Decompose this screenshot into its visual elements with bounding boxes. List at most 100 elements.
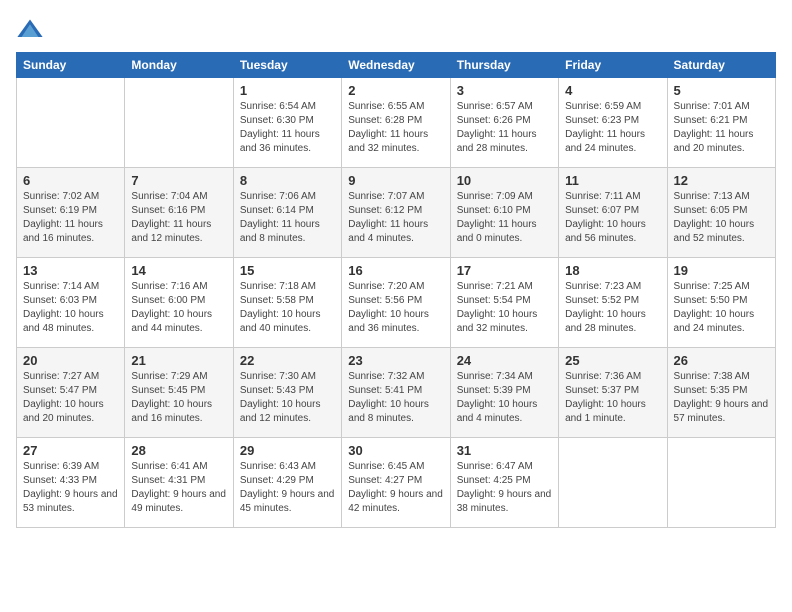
day-info: Sunrise: 6:54 AM Sunset: 6:30 PM Dayligh…: [240, 100, 335, 156]
day-number: 22: [240, 353, 335, 368]
day-cell: 24 Sunrise: 7:34 AM Sunset: 5:39 PM Dayli…: [450, 348, 558, 438]
day-cell: 2 Sunrise: 6:55 AM Sunset: 6:28 PM Daylig…: [342, 78, 450, 168]
day-cell: 9Sunrise: 7:07 AM Sunset: 6:12 PM Daylig…: [342, 168, 450, 258]
day-cell: 4 Sunrise: 6:59 AM Sunset: 6:23 PM Daylig…: [559, 78, 667, 168]
calendar-table: Sunday Monday Tuesday Wednesday Thursday…: [16, 52, 776, 528]
day-cell: 27 Sunrise: 6:39 AM Sunset: 4:33 PM Dayli…: [17, 438, 125, 528]
day-cell: 16Sunrise: 7:20 AM Sunset: 5:56 PM Dayli…: [342, 258, 450, 348]
day-number: 21: [131, 353, 226, 368]
day-info: Sunrise: 6:39 AM Sunset: 4:33 PM Dayligh…: [23, 460, 118, 516]
day-cell: 8 Sunrise: 7:06 AM Sunset: 6:14 PM Daylig…: [233, 168, 341, 258]
day-info: Sunrise: 6:41 AM Sunset: 4:31 PM Dayligh…: [131, 460, 226, 516]
day-cell: 17Sunrise: 7:21 AM Sunset: 5:54 PM Dayli…: [450, 258, 558, 348]
day-cell: 13 Sunrise: 7:14 AM Sunset: 6:03 PM Dayli…: [17, 258, 125, 348]
day-cell: 5 Sunrise: 7:01 AM Sunset: 6:21 PM Daylig…: [667, 78, 775, 168]
header-row: Sunday Monday Tuesday Wednesday Thursday…: [17, 53, 776, 78]
day-cell: 19 Sunrise: 7:25 AM Sunset: 5:50 PM Dayli…: [667, 258, 775, 348]
day-number: 30: [348, 443, 443, 458]
day-info: Sunrise: 7:13 AM Sunset: 6:05 PM Dayligh…: [674, 190, 769, 246]
day-cell: 14 Sunrise: 7:16 AM Sunset: 6:00 PM Dayli…: [125, 258, 233, 348]
day-number: 10: [457, 173, 552, 188]
day-number: 5: [674, 83, 769, 98]
day-cell: 1 Sunrise: 6:54 AM Sunset: 6:30 PM Daylig…: [233, 78, 341, 168]
day-info: Sunrise: 7:11 AM Sunset: 6:07 PM Dayligh…: [565, 190, 660, 246]
week-row-4: 20Sunrise: 7:27 AM Sunset: 5:47 PM Dayli…: [17, 348, 776, 438]
day-number: 18: [565, 263, 660, 278]
day-number: 26: [674, 353, 769, 368]
col-monday: Monday: [125, 53, 233, 78]
day-info: Sunrise: 7:30 AM Sunset: 5:43 PM Dayligh…: [240, 370, 335, 426]
day-cell: 26 Sunrise: 7:38 AM Sunset: 5:35 PM Dayli…: [667, 348, 775, 438]
day-info: Sunrise: 7:32 AM Sunset: 5:41 PM Dayligh…: [348, 370, 443, 426]
day-number: 13: [23, 263, 118, 278]
day-info: Sunrise: 6:59 AM Sunset: 6:23 PM Dayligh…: [565, 100, 660, 156]
day-cell: 29 Sunrise: 6:43 AM Sunset: 4:29 PM Dayli…: [233, 438, 341, 528]
day-info: Sunrise: 6:45 AM Sunset: 4:27 PM Dayligh…: [348, 460, 443, 516]
col-saturday: Saturday: [667, 53, 775, 78]
day-number: 25: [565, 353, 660, 368]
col-thursday: Thursday: [450, 53, 558, 78]
day-info: Sunrise: 6:43 AM Sunset: 4:29 PM Dayligh…: [240, 460, 335, 516]
day-info: Sunrise: 7:20 AM Sunset: 5:56 PM Dayligh…: [348, 280, 443, 336]
day-info: Sunrise: 7:09 AM Sunset: 6:10 PM Dayligh…: [457, 190, 552, 246]
day-cell: 25 Sunrise: 7:36 AM Sunset: 5:37 PM Dayli…: [559, 348, 667, 438]
day-number: 24: [457, 353, 552, 368]
day-cell: [559, 438, 667, 528]
day-info: Sunrise: 6:55 AM Sunset: 6:28 PM Dayligh…: [348, 100, 443, 156]
day-number: 11: [565, 173, 660, 188]
day-number: 4: [565, 83, 660, 98]
col-sunday: Sunday: [17, 53, 125, 78]
day-info: Sunrise: 7:36 AM Sunset: 5:37 PM Dayligh…: [565, 370, 660, 426]
day-info: Sunrise: 7:38 AM Sunset: 5:35 PM Dayligh…: [674, 370, 769, 426]
day-number: 14: [131, 263, 226, 278]
day-cell: 6Sunrise: 7:02 AM Sunset: 6:19 PM Daylig…: [17, 168, 125, 258]
day-cell: 11 Sunrise: 7:11 AM Sunset: 6:07 PM Dayli…: [559, 168, 667, 258]
day-number: 20: [23, 353, 118, 368]
day-info: Sunrise: 7:16 AM Sunset: 6:00 PM Dayligh…: [131, 280, 226, 336]
col-tuesday: Tuesday: [233, 53, 341, 78]
day-info: Sunrise: 6:57 AM Sunset: 6:26 PM Dayligh…: [457, 100, 552, 156]
day-cell: 18Sunrise: 7:23 AM Sunset: 5:52 PM Dayli…: [559, 258, 667, 348]
day-info: Sunrise: 7:29 AM Sunset: 5:45 PM Dayligh…: [131, 370, 226, 426]
day-info: Sunrise: 7:34 AM Sunset: 5:39 PM Dayligh…: [457, 370, 552, 426]
day-number: 1: [240, 83, 335, 98]
day-info: Sunrise: 7:25 AM Sunset: 5:50 PM Dayligh…: [674, 280, 769, 336]
day-number: 3: [457, 83, 552, 98]
day-cell: 7 Sunrise: 7:04 AM Sunset: 6:16 PM Daylig…: [125, 168, 233, 258]
day-number: 2: [348, 83, 443, 98]
day-cell: 22 Sunrise: 7:30 AM Sunset: 5:43 PM Dayli…: [233, 348, 341, 438]
day-number: 15: [240, 263, 335, 278]
day-number: 23: [348, 353, 443, 368]
day-info: Sunrise: 7:14 AM Sunset: 6:03 PM Dayligh…: [23, 280, 118, 336]
day-number: 9: [348, 173, 443, 188]
day-number: 19: [674, 263, 769, 278]
col-friday: Friday: [559, 53, 667, 78]
day-info: Sunrise: 7:06 AM Sunset: 6:14 PM Dayligh…: [240, 190, 335, 246]
day-cell: 3 Sunrise: 6:57 AM Sunset: 6:26 PM Daylig…: [450, 78, 558, 168]
day-info: Sunrise: 7:02 AM Sunset: 6:19 PM Dayligh…: [23, 190, 118, 246]
day-info: Sunrise: 7:01 AM Sunset: 6:21 PM Dayligh…: [674, 100, 769, 156]
logo: [16, 16, 48, 44]
day-number: 12: [674, 173, 769, 188]
day-info: Sunrise: 6:47 AM Sunset: 4:25 PM Dayligh…: [457, 460, 552, 516]
day-number: 8: [240, 173, 335, 188]
day-cell: 21 Sunrise: 7:29 AM Sunset: 5:45 PM Dayli…: [125, 348, 233, 438]
day-number: 31: [457, 443, 552, 458]
day-info: Sunrise: 7:04 AM Sunset: 6:16 PM Dayligh…: [131, 190, 226, 246]
day-cell: 10 Sunrise: 7:09 AM Sunset: 6:10 PM Dayli…: [450, 168, 558, 258]
day-cell: 20Sunrise: 7:27 AM Sunset: 5:47 PM Dayli…: [17, 348, 125, 438]
logo-icon: [16, 16, 44, 44]
day-info: Sunrise: 7:21 AM Sunset: 5:54 PM Dayligh…: [457, 280, 552, 336]
calendar-header: Sunday Monday Tuesday Wednesday Thursday…: [17, 53, 776, 78]
day-number: 27: [23, 443, 118, 458]
day-cell: 12 Sunrise: 7:13 AM Sunset: 6:05 PM Dayli…: [667, 168, 775, 258]
day-cell: 30 Sunrise: 6:45 AM Sunset: 4:27 PM Dayli…: [342, 438, 450, 528]
day-cell: 15Sunrise: 7:18 AM Sunset: 5:58 PM Dayli…: [233, 258, 341, 348]
day-number: 7: [131, 173, 226, 188]
page-header: [16, 16, 776, 44]
week-row-2: 6Sunrise: 7:02 AM Sunset: 6:19 PM Daylig…: [17, 168, 776, 258]
day-cell: [125, 78, 233, 168]
week-row-5: 27 Sunrise: 6:39 AM Sunset: 4:33 PM Dayli…: [17, 438, 776, 528]
day-cell: 28Sunrise: 6:41 AM Sunset: 4:31 PM Dayli…: [125, 438, 233, 528]
day-number: 29: [240, 443, 335, 458]
